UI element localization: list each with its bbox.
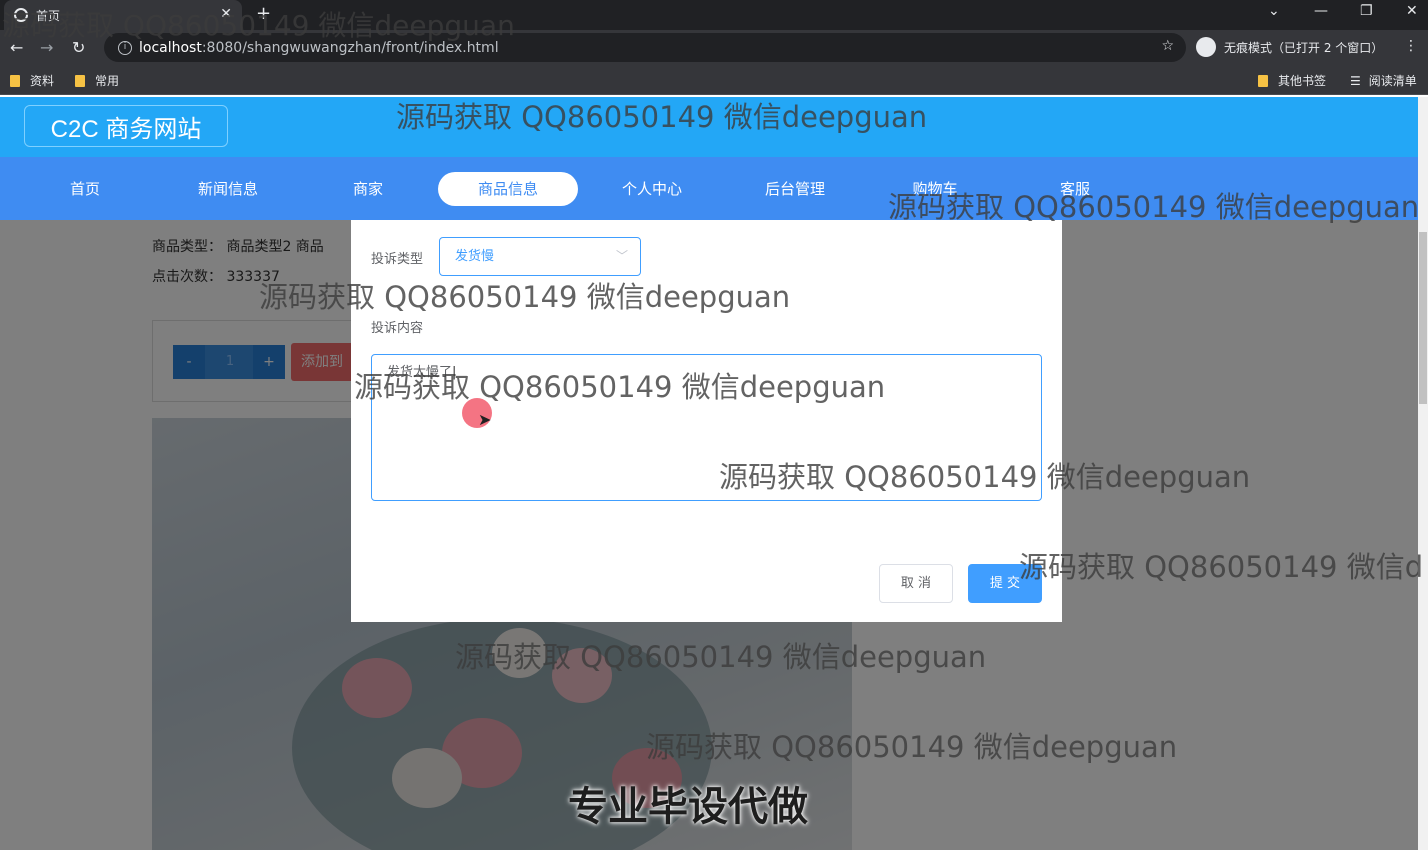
folder-icon xyxy=(10,74,20,87)
mouse-pointer-icon: ➤ xyxy=(478,410,492,429)
url-path: :8080/shangwuwangzhan/front/index.html xyxy=(201,39,499,56)
address-bar[interactable]: i localhost :8080/shangwuwangzhan/front/… xyxy=(104,33,1186,62)
nav-item-active[interactable]: 商品信息 xyxy=(438,172,578,206)
browser-toolbar: ← → ↻ i localhost :8080/shangwuwangzhan/… xyxy=(0,30,1428,65)
back-icon[interactable]: ← xyxy=(10,38,23,57)
bookmark-label: 阅读清单 xyxy=(1368,74,1417,88)
incognito-indicator[interactable]: 无痕模式（已打开 2 个窗口） xyxy=(1196,36,1383,58)
chevron-down-icon: ﹀ xyxy=(615,249,628,263)
reading-list[interactable]: ☰ 阅读清单 xyxy=(1350,72,1417,89)
reload-favicon-icon xyxy=(14,8,28,22)
incognito-label: 无痕模式（已打开 2 个窗口） xyxy=(1224,40,1384,55)
browser-tabstrip: 首页 ✕ + ⌄ — ❐ ✕ xyxy=(0,0,1428,30)
nav-item[interactable]: 后台管理 xyxy=(725,172,865,206)
reading-list-icon: ☰ xyxy=(1350,73,1361,88)
bookmark-folder[interactable]: 其他书签 xyxy=(1258,72,1326,89)
restore-icon[interactable]: ❐ xyxy=(1360,3,1373,19)
folder-icon xyxy=(1258,74,1268,87)
bookmark-label: 资料 xyxy=(30,74,55,88)
submit-button[interactable]: 提 交 xyxy=(968,564,1042,603)
complaint-type-label: 投诉类型 xyxy=(371,252,424,267)
browser-menu-icon[interactable]: ⋮ xyxy=(1404,38,1418,54)
minimize-icon[interactable]: — xyxy=(1314,3,1328,19)
forward-icon[interactable]: → xyxy=(40,38,53,57)
tab-title: 首页 xyxy=(36,8,61,23)
new-tab-icon[interactable]: + xyxy=(256,3,271,24)
bookmark-label: 常用 xyxy=(95,74,120,88)
incognito-icon xyxy=(1196,37,1216,57)
bookmarks-bar: 资料 常用 其他书签 ☰ 阅读清单 xyxy=(0,65,1428,95)
complaint-content-label: 投诉内容 xyxy=(371,321,424,336)
video-caption: 专业毕设代做 xyxy=(568,784,808,830)
scrollbar-thumb[interactable] xyxy=(1419,232,1427,404)
page-scrollbar[interactable] xyxy=(1418,97,1428,850)
nav-item[interactable]: 个人中心 xyxy=(582,172,722,206)
complaint-dialog: 投诉类型 发货慢 ﹀ 投诉内容 发货太慢了| 取 消 提 交 xyxy=(351,220,1062,622)
nav-item[interactable]: 首页 xyxy=(15,172,155,206)
bookmark-folder[interactable]: 常用 xyxy=(75,72,119,89)
folder-icon xyxy=(75,74,85,87)
nav-item[interactable]: 新闻信息 xyxy=(158,172,298,206)
nav-item[interactable]: 商家 xyxy=(298,172,438,206)
complaint-type-value: 发货慢 xyxy=(455,249,495,264)
browser-tab[interactable]: 首页 ✕ xyxy=(4,0,242,30)
url-host: localhost xyxy=(139,39,202,56)
complaint-content-value: 发货太慢了 xyxy=(387,365,453,380)
nav-item[interactable]: 客服 xyxy=(1005,172,1145,206)
bookmark-star-icon[interactable]: ☆ xyxy=(1161,38,1174,54)
complaint-content-textarea[interactable]: 发货太慢了| xyxy=(371,354,1042,501)
reload-icon[interactable]: ↻ xyxy=(72,38,85,57)
bookmark-label: 其他书签 xyxy=(1278,74,1327,88)
nav-item[interactable]: 购物车 xyxy=(865,172,1005,206)
close-window-icon[interactable]: ✕ xyxy=(1406,3,1418,19)
site-header: C2C 商务网站 xyxy=(0,97,1418,157)
bookmark-folder[interactable]: 资料 xyxy=(10,72,54,89)
complaint-type-select[interactable]: 发货慢 ﹀ xyxy=(439,237,641,276)
site-logo[interactable]: C2C 商务网站 xyxy=(24,105,228,147)
tab-search-icon[interactable]: ⌄ xyxy=(1268,3,1280,19)
cancel-button[interactable]: 取 消 xyxy=(879,564,953,603)
close-tab-icon[interactable]: ✕ xyxy=(220,6,232,22)
main-nav: 首页 新闻信息 商家 商品信息 个人中心 后台管理 购物车 客服 xyxy=(0,157,1418,220)
site-info-icon[interactable]: i xyxy=(118,40,132,55)
